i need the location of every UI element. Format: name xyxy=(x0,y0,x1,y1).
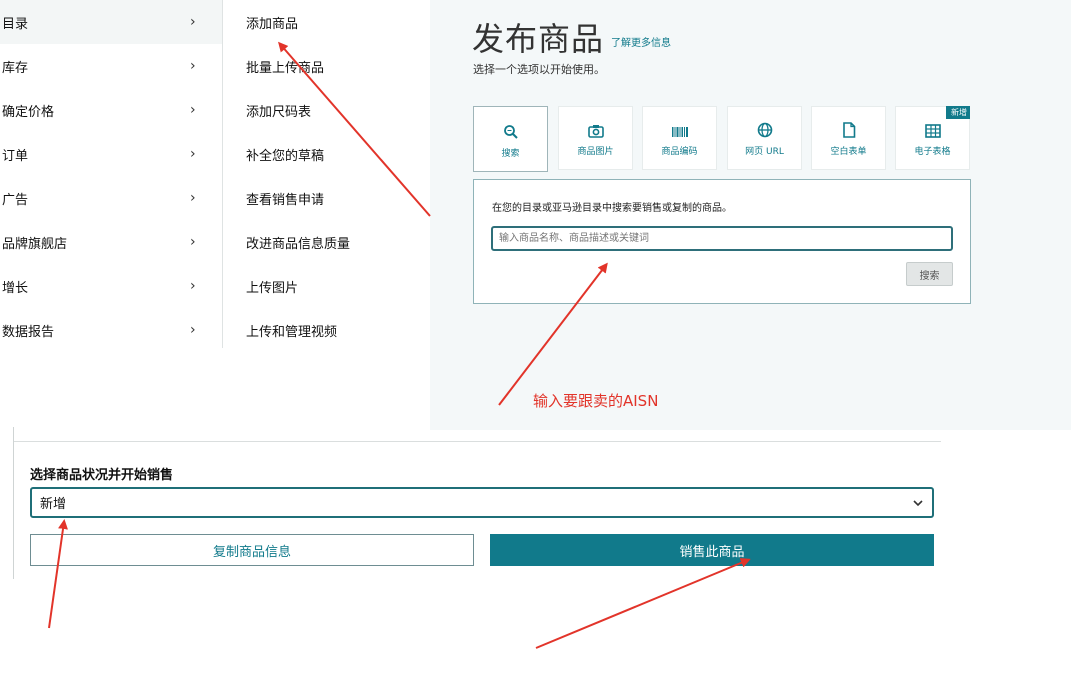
arrow-to-search-input xyxy=(498,262,608,406)
annotation-arrows xyxy=(48,41,751,649)
arrow-to-add-product xyxy=(278,41,431,217)
arrow-to-condition-select xyxy=(48,519,68,629)
arrow-to-sell-button xyxy=(535,558,751,649)
